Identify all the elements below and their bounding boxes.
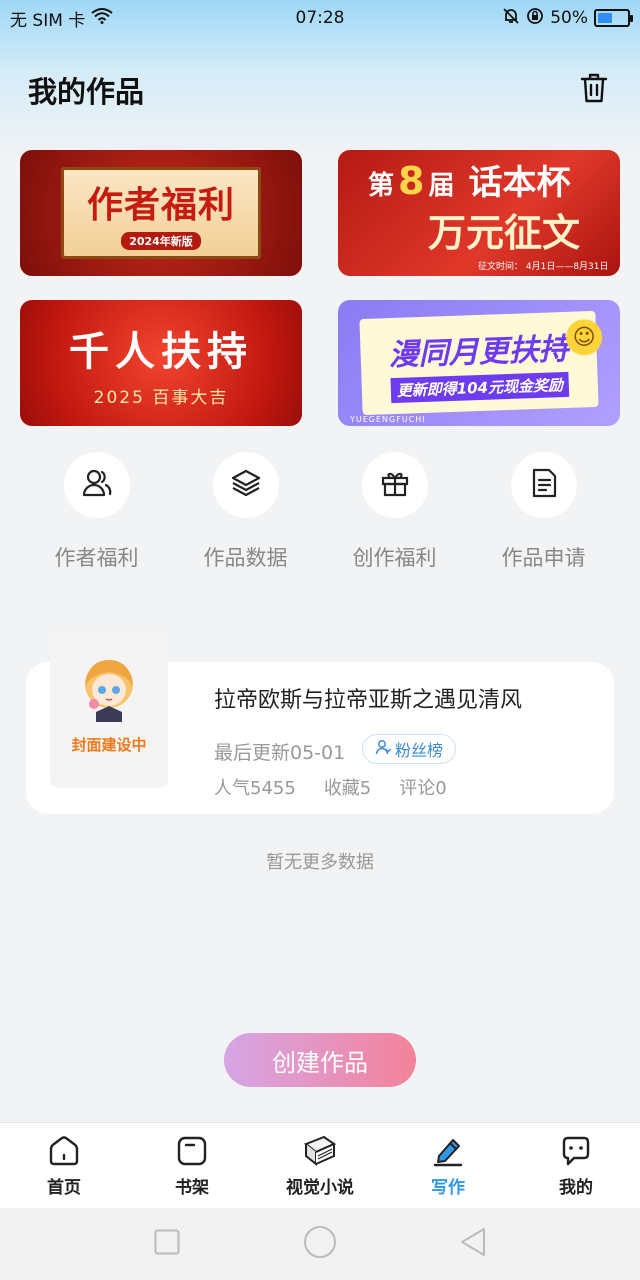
book-icon: [302, 1133, 338, 1169]
home-icon: [46, 1133, 82, 1169]
banner-3-subtitle: 2025 百事大吉: [93, 387, 229, 408]
quick-label: 创作福利: [352, 546, 437, 570]
banner-2-cup-name: 话本杯: [468, 162, 571, 203]
bottom-nav: 首页 书架 视觉小说 写作 我的: [0, 1122, 640, 1208]
quick-label: 作品数据: [203, 546, 288, 570]
banner-monthly-update[interactable]: 漫同月更扶持 更新即得104元现金奖励 ☺ YUEGENGFUCHI: [338, 300, 620, 426]
nav-label: 写作: [431, 1178, 465, 1198]
banner-scroll: 作者福利 2024年新版: [61, 167, 261, 259]
quick-author-welfare[interactable]: 作者福利: [37, 452, 157, 572]
document-icon: [528, 467, 560, 503]
nav-label: 视觉小说: [286, 1178, 354, 1198]
cover-label: 封面建设中: [71, 736, 147, 754]
gift-icon: [379, 467, 411, 503]
banner-4-title: 漫同月更扶持: [388, 331, 570, 373]
square-icon: [154, 1229, 180, 1259]
banner-1-title: 作者福利: [86, 185, 235, 226]
nav-label: 我的: [559, 1178, 593, 1198]
quick-work-apply[interactable]: 作品申请: [484, 452, 604, 572]
quick-creation-welfare[interactable]: 创作福利: [335, 452, 455, 572]
smile-icon: ☺: [565, 318, 603, 356]
fans-ranking-button[interactable]: 粉丝榜: [362, 734, 457, 764]
trash-button[interactable]: [576, 70, 612, 110]
banner-essay-contest[interactable]: 第8届 话本杯 万元征文 征文时间： 4月1日——8月31日: [338, 150, 620, 276]
banner-4-paper: 漫同月更扶持 更新即得104元现金奖励 ☺: [359, 310, 603, 416]
stat-favorites: 收藏5: [323, 778, 372, 799]
quick-circle: [510, 452, 577, 518]
wifi-icon: [91, 7, 113, 29]
nav-label: 首页: [47, 1178, 81, 1198]
quick-circle: [63, 452, 130, 518]
no-more-data: 暂无更多数据: [266, 852, 374, 873]
carrier-label: 无 SIM 卡: [10, 10, 86, 31]
nav-writing[interactable]: 写作: [393, 1133, 503, 1198]
banner-2-prefix: 第: [368, 170, 395, 201]
quick-work-data[interactable]: 作品数据: [186, 452, 306, 572]
home-system-button[interactable]: [300, 1224, 340, 1264]
back-triangle-icon: [459, 1227, 487, 1261]
quick-label: 作者福利: [54, 546, 139, 570]
work-stats: 人气5455 收藏5 评论0: [214, 774, 447, 800]
battery-fill: [598, 13, 612, 23]
battery-icon: [594, 9, 633, 27]
fans-ranking-label: 粉丝榜: [395, 741, 444, 760]
banner-author-welfare[interactable]: 作者福利 2024年新版: [20, 150, 302, 276]
author-users-icon: [81, 467, 113, 503]
quick-actions: 作者福利 作品数据 创作福利 作品申请: [0, 452, 640, 572]
trash-icon: [580, 72, 608, 108]
system-navigation: [0, 1208, 640, 1280]
status-time: 07:28: [295, 8, 345, 28]
recent-apps-button[interactable]: [147, 1224, 187, 1264]
work-cover[interactable]: 封面建设中: [50, 630, 168, 788]
back-system-button[interactable]: [453, 1224, 493, 1264]
quick-circle: [361, 452, 428, 518]
banner-2-number: 8: [398, 158, 425, 203]
nav-home[interactable]: 首页: [9, 1133, 119, 1198]
bookshelf-icon: [174, 1133, 210, 1169]
nav-visual-novel[interactable]: 视觉小说: [265, 1133, 375, 1198]
status-bar: 无 SIM 卡 07:28 50%: [0, 0, 640, 36]
banner-2-title: 万元征文: [428, 210, 581, 255]
quick-circle: [212, 452, 279, 518]
banner-thousand-support[interactable]: 千人扶持 2025 百事大吉: [20, 300, 302, 426]
banner-2-suffix: 届: [428, 170, 455, 201]
circle-icon: [303, 1225, 337, 1263]
nav-label: 书架: [175, 1178, 209, 1198]
user-icon: [375, 739, 391, 759]
banner-2-dates: 征文时间： 4月1日——8月31日: [478, 261, 609, 272]
layers-icon: [230, 467, 262, 503]
anime-avatar-icon: [74, 652, 144, 726]
stat-popularity: 人气5455: [214, 778, 296, 799]
work-last-updated: 最后更新05-01: [214, 742, 346, 764]
banner-3-title: 千人扶持: [69, 328, 253, 375]
quick-label: 作品申请: [501, 546, 586, 570]
banner-4-tag: YUEGENGFUCHI: [350, 415, 426, 424]
stat-comments: 评论0: [399, 778, 447, 799]
banner-4-subtitle: 更新即得104元现金奖励: [390, 371, 570, 403]
create-work-button[interactable]: 创建作品: [224, 1033, 416, 1087]
rotation-lock-icon: [526, 7, 544, 30]
banner-2-heading: 第8届 话本杯: [368, 155, 570, 204]
page-title: 我的作品: [28, 75, 145, 109]
page-header: 我的作品: [0, 60, 640, 120]
banner-grid: 作者福利 2024年新版 第8届 话本杯 万元征文 征文时间： 4月1日——8月…: [20, 150, 620, 426]
banner-1-subtitle: 2024年新版: [121, 232, 201, 250]
battery-percent: 50%: [550, 8, 588, 28]
chat-icon: [558, 1133, 594, 1169]
mute-bell-icon: [502, 7, 520, 30]
pen-icon: [430, 1133, 466, 1169]
work-title[interactable]: 拉帝欧斯与拉帝亚斯之遇见清风: [214, 682, 522, 714]
nav-bookshelf[interactable]: 书架: [137, 1133, 247, 1198]
nav-mine[interactable]: 我的: [521, 1133, 631, 1198]
